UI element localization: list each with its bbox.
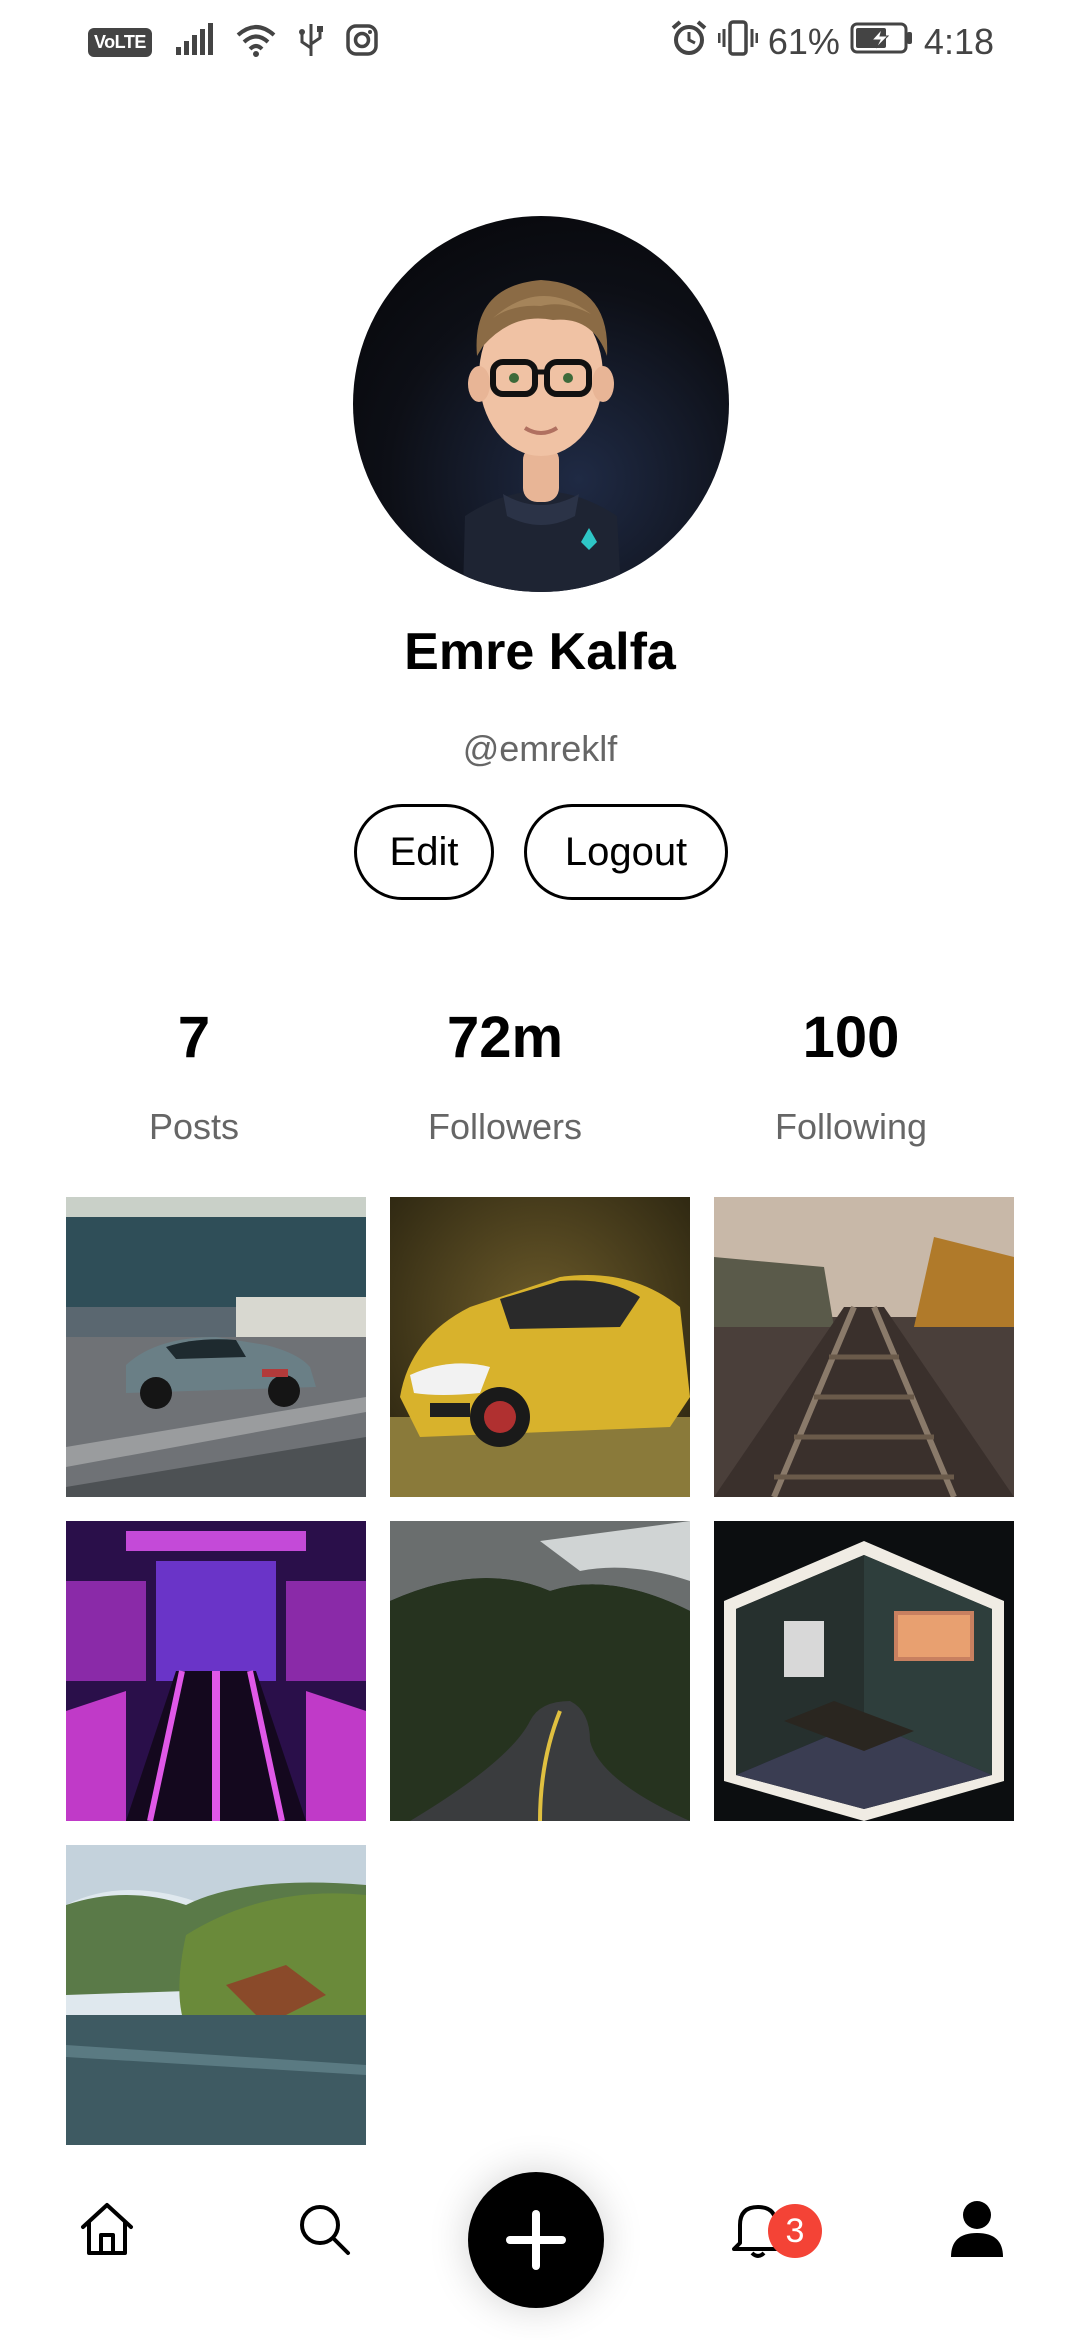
stat-value: 100 — [802, 1005, 900, 1070]
clock: 4:18 — [923, 21, 994, 62]
post-thumbnail[interactable] — [66, 1845, 366, 2145]
post-thumbnail[interactable] — [390, 1521, 690, 1821]
stat-label: Posts — [148, 1106, 240, 1147]
car-photo-icon — [390, 1197, 690, 1497]
wifi-icon — [236, 23, 276, 62]
add-post-button[interactable] — [468, 2172, 604, 2308]
escalator-photo-icon — [66, 1521, 366, 1821]
stat-following[interactable]: 100 Following — [701, 998, 1001, 1148]
signal-icon — [174, 22, 214, 62]
search-button[interactable] — [279, 2184, 369, 2274]
usb-icon — [298, 22, 324, 63]
post-thumbnail[interactable] — [390, 1197, 690, 1497]
status-bar-right: 61% 4:18 — [670, 19, 994, 66]
home-button[interactable] — [62, 2184, 152, 2274]
car-photo-icon — [66, 1197, 366, 1497]
alarm-icon — [670, 19, 708, 66]
stat-posts[interactable]: 7 Posts — [44, 998, 344, 1148]
stat-label: Following — [774, 1106, 928, 1147]
stat-followers[interactable]: 72m Followers — [355, 998, 655, 1148]
post-thumbnail[interactable] — [66, 1197, 366, 1497]
profile-screen: VoLTE 61% 4:18 Emre Kalfa @emreklf Edit … — [0, 0, 1080, 2340]
stat-value: 7 — [177, 1005, 211, 1070]
avatar-illustration — [463, 280, 621, 592]
lake-photo-icon — [66, 1845, 366, 2145]
vibrate-icon — [717, 19, 759, 66]
profile-avatar[interactable] — [353, 216, 729, 592]
volte-indicator: VoLTE — [88, 27, 152, 57]
battery-percent: 61% — [767, 21, 840, 62]
road-photo-icon — [390, 1521, 690, 1821]
profile-button[interactable] — [932, 2184, 1022, 2274]
post-thumbnail[interactable] — [66, 1521, 366, 1821]
room-photo-icon — [714, 1521, 1014, 1821]
profile-handle: @emreklf — [462, 728, 618, 769]
edit-button[interactable]: Edit — [354, 804, 494, 900]
person-icon — [951, 2201, 1003, 2257]
stat-label: Followers — [427, 1106, 583, 1147]
battery-charging-icon — [850, 21, 914, 64]
instagram-icon — [346, 23, 378, 61]
railway-photo-icon — [714, 1197, 1014, 1497]
plus-icon — [506, 2210, 566, 2270]
logout-button[interactable]: Logout — [524, 804, 728, 900]
home-icon — [81, 2203, 133, 2255]
post-thumbnail[interactable] — [714, 1197, 1014, 1497]
notification-badge: 3 — [768, 2204, 822, 2258]
profile-name: Emre Kalfa — [404, 623, 676, 681]
status-bar-left: VoLTE — [88, 20, 378, 64]
search-icon — [300, 2205, 350, 2255]
status-bar: VoLTE 61% 4:18 — [0, 0, 1080, 84]
post-thumbnail[interactable] — [714, 1521, 1014, 1821]
stat-value: 72m — [446, 1005, 564, 1070]
